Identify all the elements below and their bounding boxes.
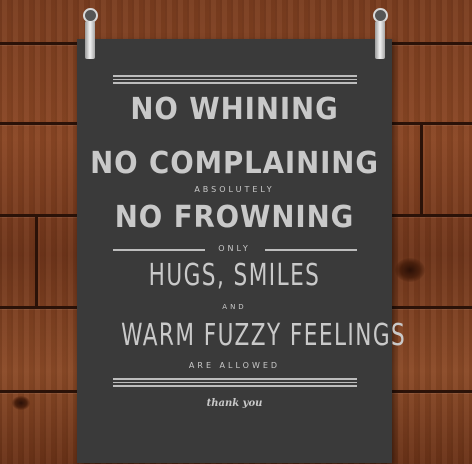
poster-line-warm-fuzzy-feelings: WARM FUZZY FEELINGS: [121, 318, 407, 353]
poster-line-hugs-smiles: HUGS, SMILES: [148, 258, 321, 293]
wood-knot: [395, 258, 425, 282]
bottom-rules: [113, 378, 357, 389]
poster-line-only: ONLY: [218, 244, 251, 253]
poster-line-are-allowed: ARE ALLOWED: [188, 361, 281, 370]
wood-knot: [12, 396, 30, 410]
binder-clip-right: [372, 8, 388, 60]
poster-line-and: AND: [222, 303, 247, 311]
poster-line-no-complaining: NO COMPLAINING: [90, 146, 379, 181]
top-rules: [113, 75, 357, 86]
clip-body: [85, 21, 95, 59]
plank-joint: [35, 214, 38, 306]
poster-line-no-whining: NO WHINING: [130, 92, 339, 127]
poster-signoff: thank you: [206, 398, 263, 409]
poster-line-no-frowning: NO FROWNING: [114, 200, 355, 235]
clip-body: [375, 21, 385, 59]
poster-line-absolutely: ABSOLUTELY: [194, 185, 275, 194]
binder-clip-left: [82, 8, 98, 60]
plank-joint: [420, 122, 423, 214]
